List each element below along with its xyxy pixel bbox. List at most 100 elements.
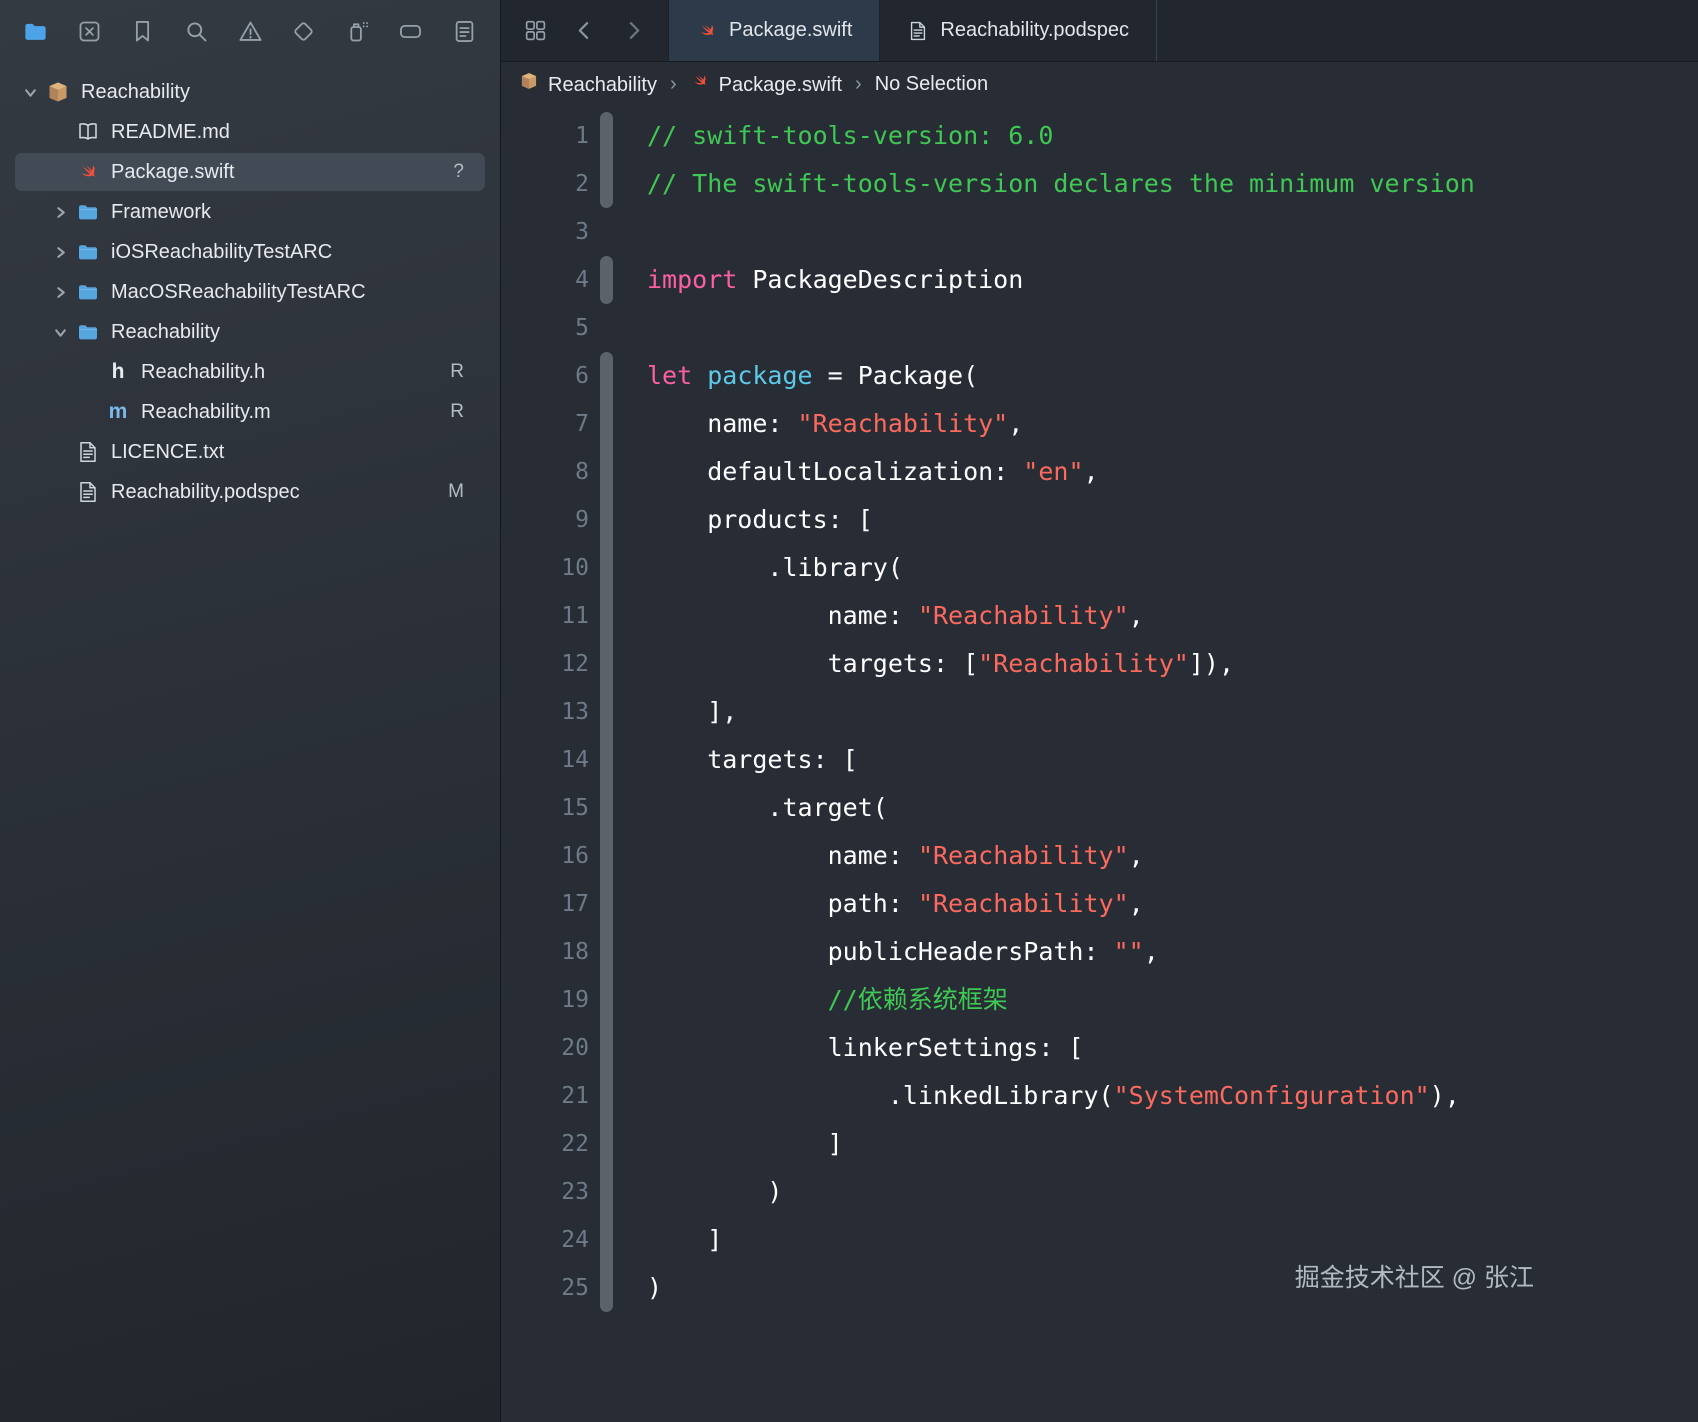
code-area[interactable]: 1 // swift-tools-version: 6.0 2 // The swif…	[501, 106, 1698, 1422]
doc-icon	[907, 20, 929, 42]
line-number: 18	[561, 939, 589, 965]
line-number: 1	[575, 123, 589, 149]
reports-navigator-button[interactable]	[449, 16, 480, 47]
swift-icon	[690, 71, 710, 91]
code-line-11[interactable]: 11 name: "Reachability",	[501, 592, 1698, 640]
breadcrumb-label: Package.swift	[718, 74, 843, 96]
folder-icon	[74, 200, 102, 224]
code-line-4[interactable]: 4 import PackageDescription	[501, 256, 1698, 304]
code-line-2[interactable]: 2 // The swift-tools-version declares the…	[501, 160, 1698, 208]
disclosure-chevron-icon[interactable]	[46, 245, 74, 260]
tab-package-swift[interactable]: Package.swift	[668, 0, 881, 61]
code-line-6[interactable]: 6 let package = Package(	[501, 352, 1698, 400]
tree-item-package-swift[interactable]: Package.swift?	[0, 152, 500, 192]
back-button[interactable]	[570, 16, 599, 45]
code-line-20[interactable]: 20 linkerSettings: [	[501, 1024, 1698, 1072]
project-navigator-button[interactable]	[20, 16, 51, 47]
source-control-navigator-button[interactable]	[74, 16, 105, 47]
package-icon	[519, 71, 539, 91]
change-bar	[589, 544, 623, 592]
breadcrumb-item-package-swift[interactable]: Package.swift	[690, 71, 842, 97]
debug-navigator-button[interactable]	[342, 16, 373, 47]
tree-item-framework[interactable]: Framework	[0, 192, 500, 232]
tree-item-label: iOSReachabilityTestARC	[111, 240, 333, 263]
folder-icon	[74, 320, 102, 344]
line-number: 13	[561, 699, 589, 725]
code-line-12[interactable]: 12 targets: ["Reachability"]),	[501, 640, 1698, 688]
code-line-text: .linkedLibrary("SystemConfiguration"),	[647, 1081, 1460, 1110]
breadcrumb-separator-icon: ›	[669, 72, 677, 95]
code-line-text: publicHeadersPath: "",	[647, 937, 1159, 966]
breadcrumb-separator-icon: ›	[855, 72, 862, 95]
code-line-13[interactable]: 13 ],	[501, 688, 1698, 736]
find-navigator-icon	[183, 18, 210, 45]
code-line-text: linkerSettings: [	[647, 1033, 1084, 1062]
code-line-text: //依赖系统框架	[827, 985, 1008, 1014]
disclosure-chevron-icon[interactable]	[46, 205, 74, 220]
tab-reachability-podspec[interactable]: Reachability.podspec	[880, 0, 1158, 61]
debug-navigator-icon	[344, 18, 371, 45]
code-line-1[interactable]: 1 // swift-tools-version: 6.0	[501, 112, 1698, 160]
code-line-19[interactable]: 19 //依赖系统框架	[501, 976, 1698, 1024]
change-bar	[589, 1216, 623, 1264]
code-line-text: ]	[647, 1225, 723, 1254]
tree-item-reachability[interactable]: Reachability	[0, 312, 500, 352]
tree-item-macosreachabilitytestarc[interactable]: MacOSReachabilityTestARC	[0, 272, 500, 312]
disclosure-chevron-icon[interactable]	[46, 325, 74, 340]
change-bar	[589, 1120, 623, 1168]
breadcrumb-item-no-selection[interactable]: No Selection	[875, 73, 988, 96]
code-line-8[interactable]: 8 defaultLocalization: "en",	[501, 448, 1698, 496]
disclosure-chevron-icon[interactable]	[46, 285, 74, 300]
find-navigator-button[interactable]	[181, 16, 212, 47]
tree-item-reachability-h[interactable]: h Reachability.h R	[0, 352, 500, 392]
change-bar	[589, 1024, 623, 1072]
code-line-24[interactable]: 24 ]	[501, 1216, 1698, 1264]
code-line-17[interactable]: 17 path: "Reachability",	[501, 880, 1698, 928]
tree-item-reachability-podspec[interactable]: Reachability.podspec M	[0, 472, 500, 512]
forward-button[interactable]	[619, 16, 648, 45]
tab-label: Package.swift	[729, 19, 853, 41]
tree-item-readme-md[interactable]: README.md	[0, 112, 500, 152]
code-line-text: name: "Reachability",	[647, 601, 1144, 630]
tree-item-iosreachabilitytestarc[interactable]: iOSReachabilityTestARC	[0, 232, 500, 272]
tree-item-reachability[interactable]: Reachability	[0, 72, 500, 112]
bookmarks-navigator-button[interactable]	[127, 16, 158, 47]
change-bar	[589, 1264, 623, 1312]
tests-navigator-button[interactable]	[288, 16, 319, 47]
code-line-21[interactable]: 21 .linkedLibrary("SystemConfiguration")…	[501, 1072, 1698, 1120]
code-line-3[interactable]: 3	[501, 208, 1698, 256]
breadcrumb-item-reachability[interactable]: Reachability	[519, 71, 657, 97]
h-file-icon: h	[111, 360, 125, 383]
issues-navigator-button[interactable]	[235, 16, 266, 47]
tree-item-reachability-m[interactable]: m Reachability.m R	[0, 392, 500, 432]
breakpoints-navigator-button[interactable]	[395, 16, 426, 47]
tab-overview-button[interactable]	[521, 16, 550, 45]
change-bar	[589, 304, 623, 352]
line-number: 22	[561, 1131, 589, 1157]
code-line-5[interactable]: 5	[501, 304, 1698, 352]
breadcrumb-label: No Selection	[874, 72, 989, 95]
code-line-16[interactable]: 16 name: "Reachability",	[501, 832, 1698, 880]
code-line-15[interactable]: 15 .target(	[501, 784, 1698, 832]
code-line-7[interactable]: 7 name: "Reachability",	[501, 400, 1698, 448]
code-line-22[interactable]: 22 ]	[501, 1120, 1698, 1168]
code-line-10[interactable]: 10 .library(	[501, 544, 1698, 592]
change-bar	[589, 496, 623, 544]
code-line-14[interactable]: 14 targets: [	[501, 736, 1698, 784]
tree-item-label: LICENCE.txt	[111, 440, 225, 463]
code-line-text: targets: ["Reachability"]),	[647, 649, 1235, 678]
disclosure-chevron-icon[interactable]	[16, 85, 44, 100]
line-number: 6	[575, 363, 589, 389]
code-line-18[interactable]: 18 publicHeadersPath: "",	[501, 928, 1698, 976]
code-line-text: products: [	[647, 505, 873, 534]
project-navigator-icon	[22, 18, 49, 45]
code-line-9[interactable]: 9 products: [	[501, 496, 1698, 544]
tree-item-licence-txt[interactable]: LICENCE.txt	[0, 432, 500, 472]
code-line-text: ],	[647, 697, 738, 726]
code-line-23[interactable]: 23 )	[501, 1168, 1698, 1216]
bookmarks-navigator-icon	[129, 18, 156, 45]
package-icon	[44, 80, 72, 104]
doc-icon	[74, 440, 102, 464]
